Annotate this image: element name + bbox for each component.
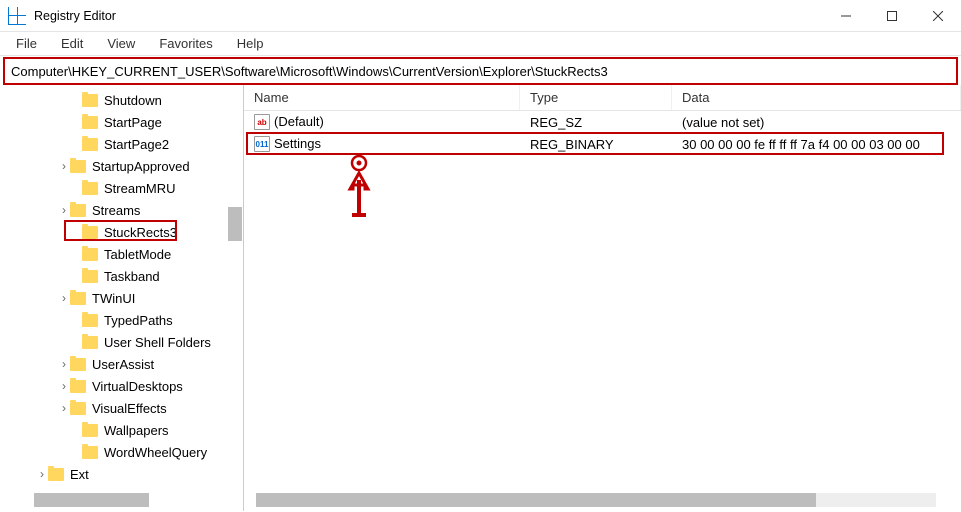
tree-horizontal-scrollbar[interactable] bbox=[34, 493, 149, 507]
menu-help[interactable]: Help bbox=[227, 34, 274, 53]
column-type[interactable]: Type bbox=[520, 85, 672, 110]
folder-icon bbox=[70, 160, 86, 173]
expand-icon[interactable]: › bbox=[58, 357, 70, 371]
folder-icon bbox=[82, 336, 98, 349]
tree-item-label: UserAssist bbox=[92, 357, 154, 372]
value-type: REG_BINARY bbox=[520, 137, 672, 152]
maximize-button[interactable] bbox=[869, 0, 915, 32]
tree-item-startupapproved[interactable]: › StartupApproved bbox=[0, 155, 243, 177]
menu-view[interactable]: View bbox=[97, 34, 145, 53]
folder-icon bbox=[82, 182, 98, 195]
folder-icon bbox=[70, 292, 86, 305]
tree-item-visualeffects[interactable]: › VisualEffects bbox=[0, 397, 243, 419]
address-bar[interactable]: Computer\HKEY_CURRENT_USER\Software\Micr… bbox=[3, 57, 958, 85]
menu-edit[interactable]: Edit bbox=[51, 34, 93, 53]
tree-item-label: User Shell Folders bbox=[104, 335, 211, 350]
tree-item-label: TWinUI bbox=[92, 291, 135, 306]
tree-item-label: Ext bbox=[70, 467, 89, 482]
expand-icon[interactable]: › bbox=[58, 159, 70, 173]
tree-item-userassist[interactable]: › UserAssist bbox=[0, 353, 243, 375]
expand-icon[interactable]: › bbox=[36, 467, 48, 481]
tree-item-label: TabletMode bbox=[104, 247, 171, 262]
folder-icon bbox=[82, 314, 98, 327]
expand-icon[interactable]: › bbox=[58, 379, 70, 393]
column-data[interactable]: Data bbox=[672, 85, 961, 110]
tree-item-label: StartPage bbox=[104, 115, 162, 130]
binary-icon: 011 bbox=[254, 136, 270, 152]
tree-item-tabletmode[interactable]: TabletMode bbox=[0, 243, 243, 265]
tree-item-label: VirtualDesktops bbox=[92, 379, 183, 394]
tree-item-startpage[interactable]: StartPage bbox=[0, 111, 243, 133]
tree-item-label: WordWheelQuery bbox=[104, 445, 207, 460]
value-name: Settings bbox=[274, 136, 321, 151]
annotation-arrow-icon bbox=[339, 155, 379, 225]
value-name: (Default) bbox=[274, 114, 324, 129]
tree-item-label: StuckRects3 bbox=[104, 225, 177, 240]
tree-item-shutdown[interactable]: Shutdown bbox=[0, 89, 243, 111]
list-header[interactable]: Name Type Data bbox=[244, 85, 961, 111]
tree-item-taskband[interactable]: Taskband bbox=[0, 265, 243, 287]
folder-icon bbox=[82, 248, 98, 261]
tree-item-twinui[interactable]: › TWinUI bbox=[0, 287, 243, 309]
folder-icon bbox=[82, 94, 98, 107]
folder-icon bbox=[70, 204, 86, 217]
expand-icon[interactable]: › bbox=[58, 203, 70, 217]
tree-item-label: StartupApproved bbox=[92, 159, 190, 174]
tree-item-wallpapers[interactable]: Wallpapers bbox=[0, 419, 243, 441]
folder-icon bbox=[70, 358, 86, 371]
tree-item-stuckrects3[interactable]: StuckRects3 bbox=[0, 221, 243, 243]
folder-icon bbox=[82, 424, 98, 437]
folder-icon bbox=[82, 116, 98, 129]
menu-file[interactable]: File bbox=[6, 34, 47, 53]
expand-icon[interactable]: › bbox=[58, 291, 70, 305]
tree-item-startpage2[interactable]: StartPage2 bbox=[0, 133, 243, 155]
tree-item-user-shell-folders[interactable]: User Shell Folders bbox=[0, 331, 243, 353]
expand-icon[interactable]: › bbox=[58, 401, 70, 415]
tree-item-ext[interactable]: › Ext bbox=[0, 463, 243, 485]
value-row[interactable]: 011 Settings REG_BINARY30 00 00 00 fe ff f… bbox=[244, 133, 961, 155]
close-button[interactable] bbox=[915, 0, 961, 32]
window-title: Registry Editor bbox=[34, 9, 823, 23]
tree-item-typedpaths[interactable]: TypedPaths bbox=[0, 309, 243, 331]
list-horizontal-scrollbar[interactable] bbox=[256, 493, 936, 507]
tree-item-virtualdesktops[interactable]: › VirtualDesktops bbox=[0, 375, 243, 397]
folder-icon bbox=[82, 270, 98, 283]
tree-item-label: Wallpapers bbox=[104, 423, 169, 438]
address-text: Computer\HKEY_CURRENT_USER\Software\Micr… bbox=[11, 64, 608, 79]
value-row[interactable]: ab (Default) REG_SZ(value not set) bbox=[244, 111, 961, 133]
tree-vertical-scrollbar[interactable] bbox=[227, 85, 243, 511]
folder-icon bbox=[70, 380, 86, 393]
tree-pane: Shutdown StartPage StartPage2 › StartupAppro… bbox=[0, 85, 244, 511]
tree-item-wordwheelquery[interactable]: WordWheelQuery bbox=[0, 441, 243, 463]
app-icon bbox=[8, 7, 26, 25]
value-type: REG_SZ bbox=[520, 115, 672, 130]
tree-item-label: Shutdown bbox=[104, 93, 162, 108]
tree-item-streammru[interactable]: StreamMRU bbox=[0, 177, 243, 199]
titlebar: Registry Editor bbox=[0, 0, 961, 32]
tree-item-label: StartPage2 bbox=[104, 137, 169, 152]
folder-icon bbox=[48, 468, 64, 481]
tree-item-label: StreamMRU bbox=[104, 181, 176, 196]
folder-icon bbox=[82, 138, 98, 151]
minimize-button[interactable] bbox=[823, 0, 869, 32]
folder-icon bbox=[82, 226, 98, 239]
menubar: File Edit View Favorites Help bbox=[0, 32, 961, 56]
tree-item-streams[interactable]: › Streams bbox=[0, 199, 243, 221]
tree-item-label: Streams bbox=[92, 203, 140, 218]
string-icon: ab bbox=[254, 114, 270, 130]
folder-icon bbox=[70, 402, 86, 415]
folder-icon bbox=[82, 446, 98, 459]
tree-item-label: Taskband bbox=[104, 269, 160, 284]
tree-item-label: VisualEffects bbox=[92, 401, 167, 416]
tree-item-label: TypedPaths bbox=[104, 313, 173, 328]
column-name[interactable]: Name bbox=[244, 85, 520, 110]
value-data: 30 00 00 00 fe ff ff ff 7a f4 00 00 03 0… bbox=[672, 137, 961, 152]
list-pane: Name Type Data ab (Default) REG_SZ(value n… bbox=[244, 85, 961, 511]
menu-favorites[interactable]: Favorites bbox=[149, 34, 222, 53]
value-data: (value not set) bbox=[672, 115, 961, 130]
